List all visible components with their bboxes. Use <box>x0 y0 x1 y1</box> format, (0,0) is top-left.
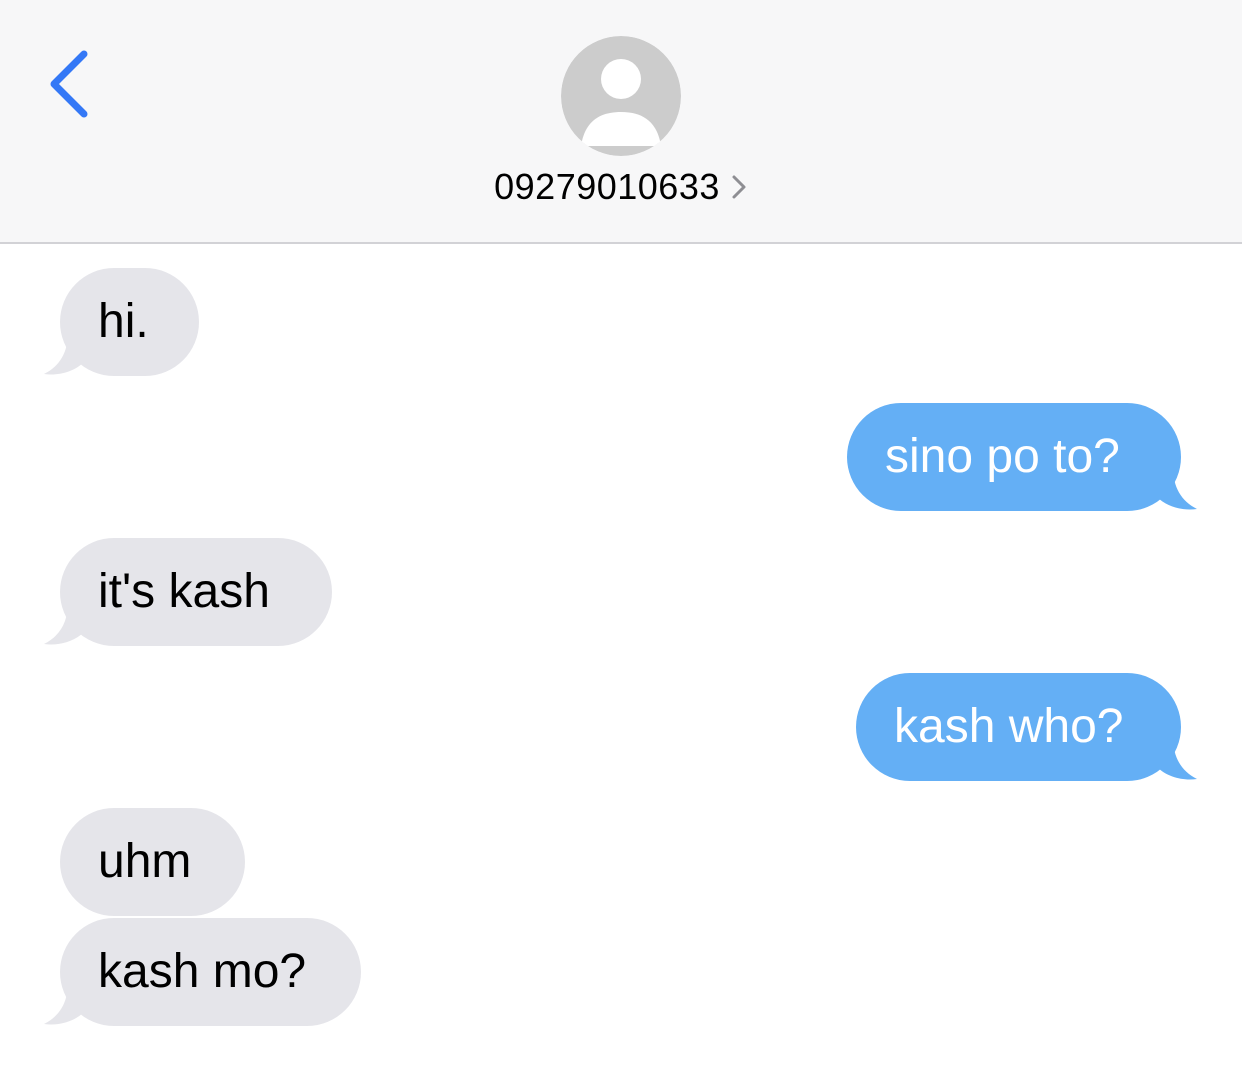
outgoing-message-bubble[interactable]: sino po to? <box>847 403 1197 511</box>
back-button[interactable] <box>44 48 96 120</box>
bubble-tail <box>44 982 84 1025</box>
bubble-tail <box>44 332 84 375</box>
outgoing-message-bubble[interactable]: kash who? <box>856 673 1197 781</box>
back-chevron-icon <box>50 50 88 118</box>
message-text: uhm <box>98 835 192 888</box>
conversation-header: 09279010633 <box>0 0 1242 244</box>
person-icon <box>561 36 681 156</box>
bubble-tail <box>1157 737 1197 780</box>
incoming-message-bubble[interactable]: kash mo? <box>44 918 361 1026</box>
chevron-right-icon <box>732 175 746 199</box>
avatar[interactable] <box>561 36 681 156</box>
message-text: kash who? <box>894 700 1124 753</box>
bubble-tail <box>44 602 84 645</box>
contact-number: 09279010633 <box>494 166 720 207</box>
message-text: hi. <box>98 295 149 348</box>
message-text: it's kash <box>98 565 270 618</box>
incoming-message-bubble[interactable]: it's kash <box>44 538 332 646</box>
message-text: kash mo? <box>98 945 307 998</box>
incoming-message-bubble[interactable]: hi. <box>44 268 199 376</box>
incoming-message-bubble[interactable]: uhm <box>60 808 245 916</box>
contact-name-button[interactable]: 09279010633 <box>0 166 1242 208</box>
message-text: sino po to? <box>885 430 1120 483</box>
bubble-tail <box>1157 467 1197 510</box>
